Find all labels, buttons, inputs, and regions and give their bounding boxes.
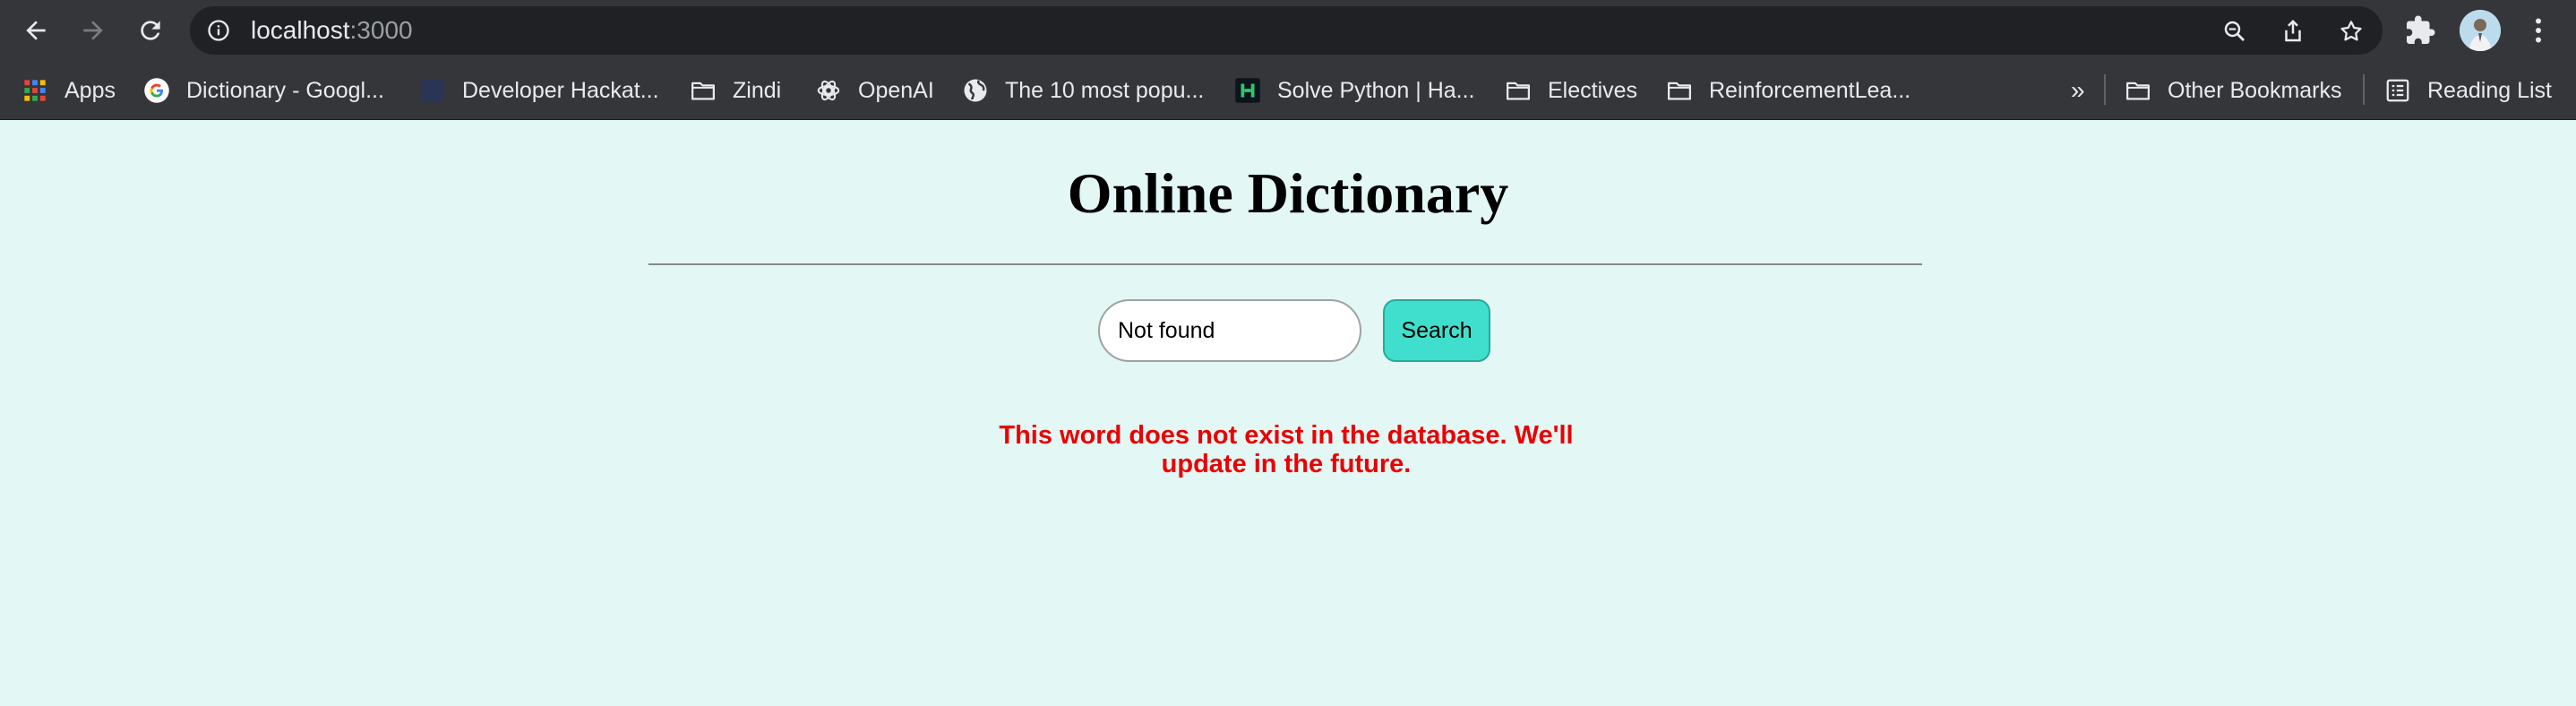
bookmark-most-popular[interactable]: The 10 most popu...: [962, 61, 1204, 120]
bookmark-other-bookmarks[interactable]: Other Bookmarks: [2125, 61, 2342, 120]
google-icon: [143, 77, 170, 104]
bookmark-label: Developer Hackat...: [462, 77, 659, 103]
folder-icon: [690, 77, 717, 104]
bookmark-star-icon[interactable]: [2338, 18, 2365, 45]
extensions-icon[interactable]: [2404, 14, 2436, 47]
bookmark-reinforcement-learning[interactable]: ReinforcementLea...: [1666, 61, 1911, 120]
bookmarks-bar: Apps Dictionary - Googl... Developer Hac…: [0, 61, 2576, 120]
kebab-menu-icon[interactable]: [2522, 14, 2555, 47]
bookmark-dictionary[interactable]: Dictionary - Googl...: [143, 61, 384, 120]
openai-icon: [815, 77, 842, 104]
url-port: :3000: [349, 16, 413, 44]
reload-button[interactable]: [129, 9, 172, 52]
back-button[interactable]: [14, 9, 57, 52]
page-title: Online Dictionary: [1067, 161, 1509, 225]
bookmark-openai[interactable]: OpenAI: [815, 61, 934, 120]
share-icon[interactable]: [2280, 18, 2306, 45]
folder-icon: [1505, 77, 1532, 104]
bookmark-label: Apps: [64, 77, 116, 103]
search-input[interactable]: [1098, 299, 1361, 362]
bookmark-label: OpenAI: [858, 77, 934, 103]
title-divider: [648, 263, 1922, 265]
hackerrank-icon: [1234, 77, 1261, 104]
error-message: This word does not exist in the database…: [999, 421, 1574, 478]
bookmark-apps[interactable]: Apps: [21, 61, 116, 120]
globe-icon: [962, 77, 989, 104]
bookmarks-divider: [2104, 74, 2106, 105]
folder-icon: [2125, 77, 2151, 104]
forward-arrow-icon: [83, 21, 103, 40]
profile-avatar[interactable]: [2460, 10, 2501, 51]
address-bar[interactable]: localhost:3000: [190, 6, 2383, 55]
info-icon[interactable]: [206, 18, 231, 43]
overflow-chevron-icon: »: [2071, 76, 2085, 104]
bookmark-label: Dictionary - Googl...: [186, 77, 384, 103]
site-favicon: [419, 77, 446, 104]
reading-list-button[interactable]: Reading List: [2384, 61, 2552, 120]
browser-toolbar: localhost:3000: [0, 0, 2576, 61]
url-host: localhost: [251, 16, 350, 44]
bookmark-label: Other Bookmarks: [2168, 77, 2342, 103]
zoom-icon[interactable]: [2221, 18, 2248, 45]
forward-button[interactable]: [72, 9, 115, 52]
bookmark-label: Reading List: [2427, 77, 2552, 103]
reload-icon: [141, 21, 160, 40]
bookmarks-overflow-button[interactable]: »: [2071, 61, 2085, 120]
bookmark-label: Zindi: [733, 77, 782, 103]
avatar-image: [2460, 10, 2501, 51]
url-text: localhost:3000: [251, 17, 413, 44]
folder-icon: [1666, 77, 1693, 104]
bookmark-developer-hackathon[interactable]: Developer Hackat...: [419, 61, 659, 120]
search-button[interactable]: Search: [1383, 299, 1490, 362]
bookmark-hackerrank[interactable]: Solve Python | Ha...: [1234, 61, 1475, 120]
bookmark-label: Solve Python | Ha...: [1277, 77, 1475, 103]
apps-grid-icon: [21, 77, 48, 104]
bookmarks-divider: [2363, 74, 2365, 105]
bookmark-zindi[interactable]: Zindi: [690, 61, 781, 120]
bookmark-label: The 10 most popu...: [1005, 77, 1205, 103]
bookmark-electives[interactable]: Electives: [1505, 61, 1637, 120]
back-arrow-icon: [26, 21, 46, 40]
reading-list-icon: [2384, 77, 2411, 104]
bookmark-label: Electives: [1548, 77, 1638, 103]
bookmark-label: ReinforcementLea...: [1709, 77, 1911, 103]
